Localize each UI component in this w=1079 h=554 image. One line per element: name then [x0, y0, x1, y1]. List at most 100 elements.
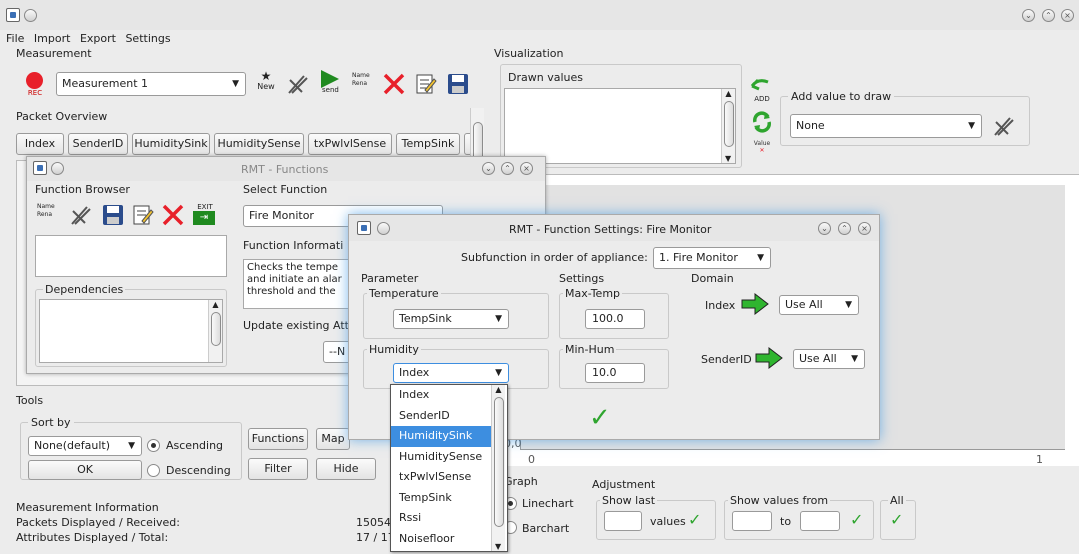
humidity-select[interactable]: Index ▼ [393, 363, 509, 383]
dropdown-option[interactable]: Noisefloor [391, 529, 491, 550]
domain-index-select[interactable]: Use All ▼ [779, 295, 859, 315]
attributes-label: Attributes Displayed / Total: [16, 531, 169, 544]
barchart-label: Barchart [522, 522, 570, 535]
settings-menu-button[interactable] [377, 222, 390, 235]
sort-selected: None(default) [34, 439, 110, 452]
map-button[interactable]: Map [316, 428, 350, 450]
dependencies-list[interactable] [39, 299, 223, 363]
sort-by-title: Sort by [28, 416, 74, 429]
column-humiditysink[interactable]: HumiditySink [132, 133, 210, 155]
menu-file[interactable]: File [6, 32, 24, 45]
settings-maximize-button[interactable]: ⌃ [838, 222, 851, 235]
settings-minimize-button[interactable]: ⌄ [818, 222, 831, 235]
range-apply-icon[interactable]: ✓ [850, 510, 863, 529]
descending-radio[interactable] [147, 464, 160, 477]
rec-button[interactable]: REC [24, 72, 46, 102]
confirm-settings-icon[interactable]: ✓ [589, 405, 611, 431]
edit-document-icon[interactable] [414, 72, 438, 96]
update-attr-title: Update existing Att [243, 319, 349, 332]
temperature-select[interactable]: TempSink ▼ [393, 309, 509, 329]
column-tempsink[interactable]: TempSink [396, 133, 460, 155]
scroll-up-icon[interactable]: ▲ [722, 89, 735, 98]
settings-title: RMT - Function Settings: Fire Monitor [509, 223, 712, 236]
ok-button[interactable]: OK [28, 460, 142, 480]
menu-settings[interactable]: Settings [125, 32, 170, 45]
rename-function-button[interactable]: Name Rena [37, 203, 61, 227]
max-temp-input[interactable]: 100.0 [585, 309, 645, 329]
scroll-down-icon[interactable]: ▼ [725, 154, 731, 163]
function-tools-icon[interactable] [69, 203, 93, 227]
column-txpwlvlsense[interactable]: txPwlvlSense [308, 133, 392, 155]
function-edit-icon[interactable] [131, 203, 155, 227]
dropdown-thumb[interactable] [494, 397, 504, 527]
show-last-input[interactable] [604, 511, 642, 531]
dependencies-thumb[interactable] [211, 312, 221, 346]
dropdown-option[interactable]: Index [391, 385, 491, 406]
functions-close-button[interactable]: × [520, 162, 533, 175]
window-menu-button[interactable] [24, 9, 37, 22]
add-value-button[interactable]: ADD [750, 78, 774, 103]
scroll-up-icon[interactable]: ▲ [209, 300, 222, 309]
close-button[interactable]: × [1061, 9, 1074, 22]
dropdown-option[interactable]: SenderID [391, 406, 491, 427]
tools-title: Tools [16, 394, 44, 407]
show-last-apply-icon[interactable]: ✓ [688, 510, 701, 529]
drawn-values-thumb[interactable] [724, 101, 734, 147]
parameter-title: Parameter [361, 272, 419, 285]
all-title: All [888, 494, 906, 507]
settings-close-button[interactable]: × [858, 222, 871, 235]
send-button[interactable]: send [318, 70, 342, 94]
min-hum-input[interactable]: 10.0 [585, 363, 645, 383]
drawn-values-list[interactable] [504, 88, 736, 164]
subfunction-select[interactable]: 1. Fire Monitor ▼ [653, 247, 771, 269]
domain-senderid-select[interactable]: Use All ▼ [793, 349, 865, 369]
exit-button[interactable]: EXIT ⇥ [193, 203, 217, 227]
dropdown-scrollbar[interactable]: ▲ ▼ [491, 385, 505, 551]
functions-button[interactable]: Functions [248, 428, 308, 450]
menu-import[interactable]: Import [34, 32, 71, 45]
to-input[interactable] [800, 511, 840, 531]
minimize-button[interactable]: ⌄ [1022, 9, 1035, 22]
all-apply-icon[interactable]: ✓ [890, 510, 903, 529]
scroll-up-icon[interactable]: ▲ [492, 385, 505, 394]
save-icon[interactable] [446, 72, 470, 96]
dropdown-option[interactable]: TempSink [391, 488, 491, 509]
draw-tools-icon[interactable] [992, 114, 1016, 138]
measurement-group-title: Measurement [16, 47, 92, 60]
refresh-icon[interactable] [750, 110, 774, 134]
filter-button[interactable]: Filter [248, 458, 308, 480]
dependencies-scrollbar[interactable]: ▲ [208, 300, 222, 362]
rename-button[interactable]: Name Rena [352, 72, 376, 96]
new-measurement-button[interactable]: ★ New [254, 70, 278, 94]
tools-icon[interactable] [286, 72, 310, 96]
scroll-down-icon[interactable]: ▼ [495, 542, 501, 551]
adjustment-title: Adjustment [592, 478, 656, 491]
drawn-values-scrollbar[interactable]: ▲ ▼ [721, 89, 735, 163]
functions-menu-button[interactable] [51, 162, 64, 175]
functions-minimize-button[interactable]: ⌄ [482, 162, 495, 175]
column-humiditysense[interactable]: HumiditySense [214, 133, 304, 155]
column-index[interactable]: Index [16, 133, 64, 155]
sort-select[interactable]: None(default) ▼ [28, 436, 142, 456]
from-input[interactable] [732, 511, 772, 531]
update-attr-selected: --N [329, 345, 346, 358]
remove-value-button[interactable]: Value ✕ [750, 140, 774, 164]
drawn-values-title: Drawn values [506, 71, 585, 84]
dropdown-option[interactable]: HumiditySink [391, 426, 491, 447]
function-list[interactable] [35, 235, 227, 277]
ascending-radio[interactable] [147, 439, 160, 452]
functions-maximize-button[interactable]: ⌃ [501, 162, 514, 175]
column-senderid[interactable]: SenderID [68, 133, 128, 155]
functions-titlebar: RMT - Functions ⌄ ⌃ × [27, 157, 545, 181]
dropdown-option[interactable]: Rssi [391, 508, 491, 529]
menu-export[interactable]: Export [80, 32, 116, 45]
add-value-select[interactable]: None ▼ [790, 114, 982, 138]
measurement-select[interactable]: Measurement 1 ▼ [56, 72, 246, 96]
function-save-icon[interactable] [101, 203, 125, 227]
hide-button[interactable]: Hide [316, 458, 376, 480]
dropdown-option[interactable]: txPwlvlSense [391, 467, 491, 488]
function-delete-icon[interactable] [161, 203, 185, 227]
dropdown-option[interactable]: HumiditySense [391, 447, 491, 468]
maximize-button[interactable]: ⌃ [1042, 9, 1055, 22]
delete-icon[interactable] [382, 72, 406, 96]
